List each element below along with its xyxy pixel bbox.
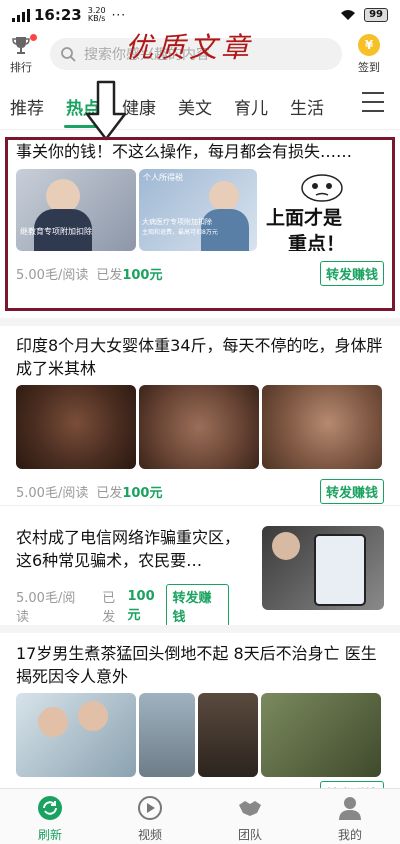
read-fee: 5.00毛/阅读 [16,486,89,501]
person-icon [339,797,361,820]
article-thumbnail[interactable] [139,385,259,469]
overlay-annotation-title: 优质文章 [125,31,254,64]
category-tabs: 推荐 热点 健康 美文 育儿 生活 [0,86,400,128]
article-card[interactable]: 印度8个月大女婴体重34斤，每天不停的吃，身体胖成了米其林 5.00毛/阅读 已… [0,334,400,504]
signal-icon [12,8,30,22]
card-divider [0,625,400,633]
article-card[interactable]: 17岁男生煮茶猛回头倒地不起 8天后不治身亡 医生揭死因令人意外 转发赚钱 [0,642,400,806]
article-thumbnail[interactable] [139,693,195,777]
notification-dot [30,34,37,41]
read-fee: 5.00毛/阅读 [16,591,76,625]
issued-label: 已发 [96,486,123,501]
play-icon [138,796,162,820]
article-card[interactable]: 农村成了电信网络诈骗重灾区，这6种常见骗术，农民要… 5.00毛/阅读 已发 1… [0,526,400,628]
highlight-box [5,137,395,311]
article-thumbnail[interactable] [16,693,136,777]
network-speed: 3.20 KB/s [87,6,106,23]
coin-icon: ¥ [358,34,380,56]
status-time: 16:23 [34,6,82,24]
article-thumbnail[interactable] [198,693,258,777]
wifi-icon [341,10,356,20]
issued-label: 已发 [102,591,116,625]
article-thumbnail[interactable] [262,385,382,469]
annotation-arrow-icon [85,80,127,141]
refresh-icon [38,796,62,820]
issued-amount: 100元 [127,589,155,623]
card-divider [0,318,400,326]
handshake-icon [239,801,261,816]
nav-team[interactable]: 团队 [200,789,300,844]
article-title[interactable]: 农村成了电信网络诈骗重灾区，这6种常见骗术，农民要… [0,526,245,572]
article-title[interactable]: 17岁男生煮茶猛回头倒地不起 8天后不治身亡 医生揭死因令人意外 [0,642,400,688]
tab-essay[interactable]: 美文 [178,94,212,119]
tab-divider [0,129,400,130]
tab-parenting[interactable]: 育儿 [234,94,268,119]
nav-mine[interactable]: 我的 [300,789,400,844]
article-thumbnail[interactable] [261,693,381,777]
status-dots: ··· [111,8,127,22]
issued-amount: 100元 [122,486,163,501]
trophy-icon [12,37,30,54]
menu-icon[interactable] [362,92,384,119]
article-thumbnail[interactable] [262,526,384,610]
search-icon [61,47,76,62]
article-title[interactable]: 印度8个月大女婴体重34斤，每天不停的吃，身体胖成了米其林 [0,334,400,380]
rank-button[interactable]: 排行 [6,34,37,75]
tab-life[interactable]: 生活 [290,94,324,119]
tab-recommend[interactable]: 推荐 [10,94,44,119]
card-divider [0,505,400,506]
bottom-navigation: 刷新 视频 团队 我的 [0,788,400,844]
battery-icon: 99 [364,8,388,22]
nav-refresh[interactable]: 刷新 [0,789,100,844]
share-earn-button[interactable]: 转发赚钱 [319,479,384,504]
article-thumbnail[interactable] [16,385,136,469]
signin-button[interactable]: ¥ 签到 [354,34,384,75]
nav-video[interactable]: 视频 [100,789,200,844]
share-earn-button[interactable]: 转发赚钱 [166,584,229,628]
